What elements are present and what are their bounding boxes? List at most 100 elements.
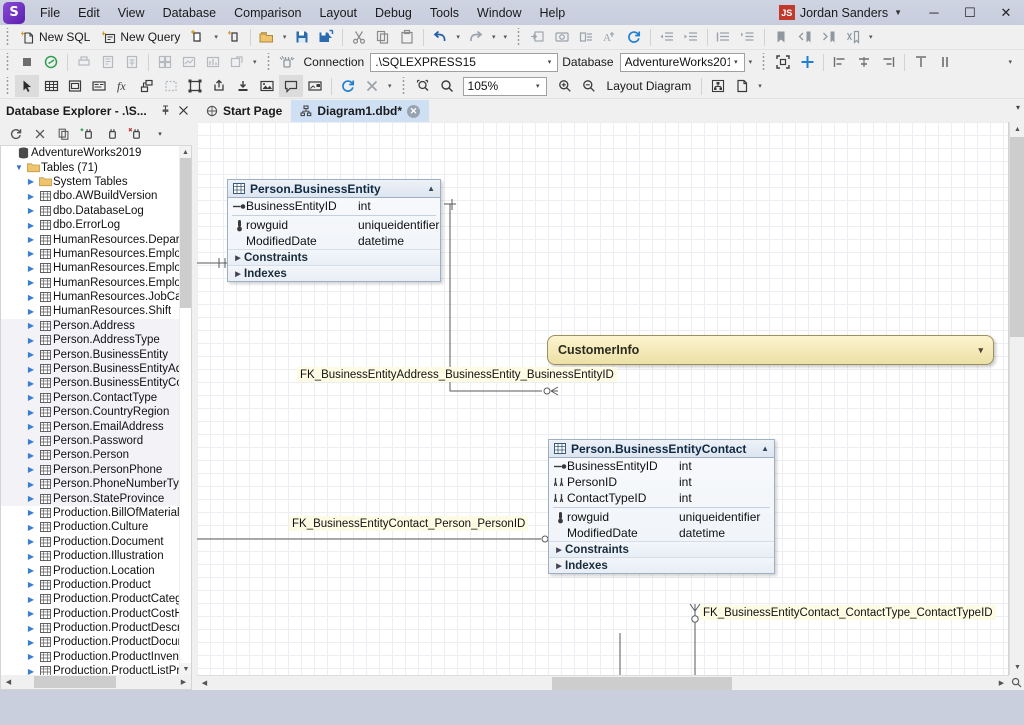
refresh-button[interactable] [622,26,646,48]
tree-item-production-product[interactable]: ▶ Production.Product [1,578,191,592]
minimize-button[interactable]: ─ [916,0,952,25]
tree-expand-arrow-icon[interactable]: ▶ [25,422,37,431]
tree-expand-arrow-icon[interactable]: ▶ [25,552,37,561]
relationship-label[interactable]: FK_BusinessEntityContact_ContactType_Con… [700,605,996,620]
close-icon[interactable] [174,105,192,116]
tree-hscroll-right-icon[interactable]: ▶ [176,678,191,686]
tree-item-person-personphone[interactable]: ▶ Person.PersonPhone [1,462,191,477]
tree-hscroll-track[interactable] [16,676,176,688]
tree-item-person-address[interactable]: ▶ Person.Address [1,318,191,334]
tree-item-person-countryregion[interactable]: ▶ Person.CountryRegion [1,405,191,420]
align-center-button[interactable] [852,51,876,73]
table-group-constraints[interactable]: ▶ Constraints [549,541,774,557]
tree-expand-arrow-icon[interactable]: ▶ [25,321,37,330]
script-table-button[interactable] [120,51,144,73]
tree-expand-arrow-icon[interactable]: ▶ [25,595,37,604]
tree-item-production-productinventory[interactable]: ▶ Production.ProductInventory [1,650,191,664]
fit-to-window-button[interactable] [771,51,795,73]
canvas-scroll-left-icon[interactable]: ◀ [197,676,212,691]
new-sql-button[interactable]: New SQL [15,26,96,48]
tree-item-person-emailaddress[interactable]: ▶ Person.EmailAddress [1,419,191,434]
zoom-in-button[interactable] [553,75,577,97]
bookmark-button[interactable] [769,26,793,48]
tree-expand-arrow-icon[interactable]: ▶ [25,451,37,460]
tree-expand-arrow-icon[interactable]: ▶ [25,494,37,503]
tree-item-person-person[interactable]: ▶ Person.Person [1,448,191,463]
database-tree[interactable]: AdventureWorks2019 ▼ Tables (71) ▶ System Ta… [0,146,192,675]
expand-arrow-icon[interactable]: ▶ [553,562,565,570]
redo-caret-icon[interactable]: ▾ [488,33,500,41]
canvas-hscroll-thumb[interactable] [552,676,732,690]
canvas-vscroll-thumb[interactable] [1010,137,1024,337]
tree-item-production-document[interactable]: ▶ Production.Document [1,535,191,549]
database-select[interactable]: AdventureWorks2019 ▾ [619,52,745,72]
add-table-button[interactable] [39,75,63,97]
snapshot-button[interactable] [550,26,574,48]
stop-button[interactable] [15,51,39,73]
shape-button[interactable] [183,75,207,97]
refresh-connections-button[interactable] [4,123,28,144]
table-field-row[interactable]: BusinessEntityID int [549,458,774,474]
tree-expand-arrow-icon[interactable]: ▶ [25,437,37,446]
tree-expand-arrow-icon[interactable]: ▶ [25,408,37,417]
undo-caret-icon[interactable]: ▾ [452,33,464,41]
canvas-scroll-down-icon[interactable]: ▼ [1010,660,1024,675]
delete-connection-button[interactable] [124,123,148,144]
toolbar-grip[interactable] [399,77,409,95]
uncomment-button[interactable] [736,26,760,48]
export-button[interactable] [207,75,231,97]
add-note-button[interactable] [87,75,111,97]
table-field-row[interactable]: ModifiedDate datetime [549,525,774,541]
tree-item-person-password[interactable]: ▶ Person.Password [1,433,191,449]
detach-button[interactable] [225,51,249,73]
clear-bookmark-button[interactable] [841,26,865,48]
tree-expand-arrow-icon[interactable]: ▶ [25,523,37,532]
table-header[interactable]: Person.BusinessEntityContact ▲ [548,439,775,458]
tree-scroll-thumb[interactable] [180,158,191,308]
import-button[interactable] [231,75,255,97]
open-folder-caret-icon[interactable]: ▾ [279,33,291,41]
menu-edit[interactable]: Edit [69,3,109,23]
zoom-select[interactable]: 105% ▾ [462,76,547,96]
layout-diagram-button[interactable]: Layout Diagram [601,75,698,97]
tree-item-person-stateprovince[interactable]: ▶ Person.StateProvince [1,491,191,506]
indent-increase-button[interactable] [679,26,703,48]
new-query-button[interactable]: New Query [96,26,186,48]
tree-item-dbo-errorlog[interactable]: ▶ dbo.ErrorLog [1,218,191,232]
new-document-caret-icon[interactable]: ▾ [210,33,222,41]
user-menu-caret-icon[interactable]: ▼ [894,8,902,17]
table-field-row[interactable]: BusinessEntityID int [228,198,440,214]
tree-expand-arrow-icon[interactable]: ▶ [25,206,37,215]
expand-arrow-icon[interactable]: ▶ [232,270,244,278]
comment-button[interactable] [712,26,736,48]
diagram-object-customer-info[interactable]: CustomerInfo ▾ [547,335,994,365]
table-group-indexes[interactable]: ▶ Indexes [228,265,440,281]
menu-comparison[interactable]: Comparison [225,3,310,23]
tree-item-humanresources-jobcandida[interactable]: ▶ HumanResources.JobCandida [1,290,191,304]
canvas-scroll-right-icon[interactable]: ▶ [994,676,1009,691]
format-button[interactable]: A [598,26,622,48]
paste-button[interactable] [395,26,419,48]
indent-decrease-button[interactable] [655,26,679,48]
tree-scroll-down-icon[interactable]: ▼ [180,663,191,675]
tree-vertical-scrollbar[interactable]: ▲ ▼ [179,146,191,675]
find-zoom-button[interactable] [411,75,435,97]
print-button[interactable] [72,51,96,73]
tree-expand-arrow-icon[interactable]: ▶ [25,249,37,258]
diagram-layout-button[interactable] [706,75,730,97]
save-button[interactable] [290,26,314,48]
tree-item-humanresources-department[interactable]: ▶ HumanResources.Department [1,232,191,246]
tree-item-production-location[interactable]: ▶ Production.Location [1,563,191,577]
tree-expand-arrow-icon[interactable]: ▶ [25,393,37,402]
maximize-button[interactable]: ☐ [952,0,988,25]
menu-database[interactable]: Database [154,3,226,23]
toolbar-overflow-caret-icon[interactable]: ▾ [499,33,511,41]
toolbar-grip[interactable] [264,53,274,71]
tree-item-dbo-databaselog[interactable]: ▶ dbo.DatabaseLog [1,204,191,218]
table-field-row[interactable]: PersonID int [549,474,774,490]
canvas-horizontal-scrollbar[interactable]: ◀ ▶ [197,675,1009,690]
tree-item-humanresources-shift[interactable]: ▶ HumanResources.Shift [1,304,191,318]
tree-item-production-billofmaterials[interactable]: ▶ Production.BillOfMaterials [1,506,191,520]
connection-input[interactable]: .\SQLEXPRESS15 ▾ [370,52,559,72]
tree-item-production-productlistpricehi[interactable]: ▶ Production.ProductListPriceHi [1,664,191,675]
